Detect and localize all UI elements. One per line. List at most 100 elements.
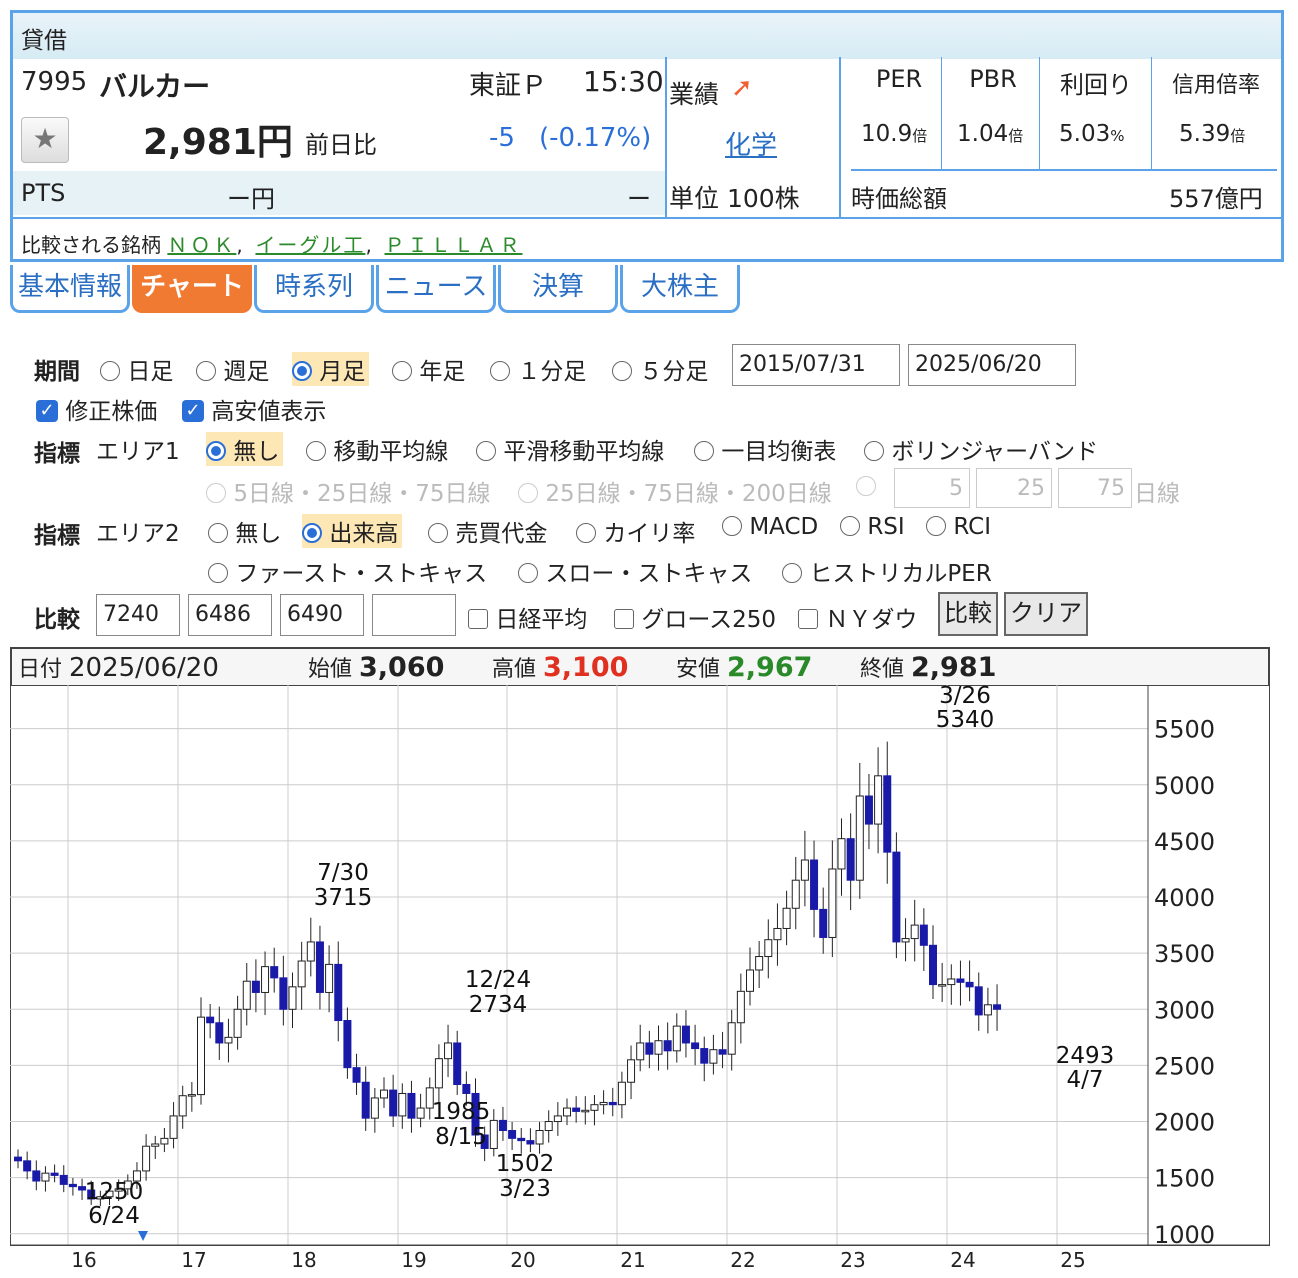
radio-icon[interactable] xyxy=(208,562,228,583)
radio-icon[interactable] xyxy=(782,562,802,583)
candle-body xyxy=(782,907,791,929)
area2-macd[interactable]: MACD xyxy=(722,514,818,540)
area2-hist-per[interactable]: ヒストリカルPER xyxy=(782,554,992,588)
area2-turnover[interactable]: 売買代金 xyxy=(428,514,547,548)
candle-body xyxy=(251,980,260,993)
tab-timeseries[interactable]: 時系列 xyxy=(254,265,374,313)
tab-basic-info[interactable]: 基本情報 xyxy=(10,265,130,313)
adjusted-price-checkbox[interactable]: ✓ 修正株価 xyxy=(36,392,157,426)
period-1min[interactable]: １分足 xyxy=(490,352,586,386)
candle-body xyxy=(746,969,754,992)
annotation-label: 12/24 xyxy=(465,967,531,993)
checkbox-icon[interactable] xyxy=(798,608,818,629)
area2-deviation[interactable]: カイリ率 xyxy=(576,514,695,548)
gyoseki-label: 業績 xyxy=(669,80,720,109)
radio-icon[interactable] xyxy=(206,482,226,503)
radio-icon[interactable] xyxy=(306,440,326,461)
area1-ema[interactable]: 平滑移動平均線 xyxy=(476,432,664,466)
ma-custom-3[interactable]: 75 xyxy=(1058,468,1132,508)
option-label: グロース250 xyxy=(641,607,777,633)
period-weekly[interactable]: 週足 xyxy=(196,352,269,386)
radio-icon[interactable] xyxy=(206,440,226,461)
area2-fast-stoch[interactable]: ファースト・ストキャス xyxy=(208,554,487,588)
option-label: カイリ率 xyxy=(603,521,696,547)
checkbox-icon[interactable] xyxy=(468,608,488,629)
radio-icon[interactable] xyxy=(722,515,742,536)
compare-code-3[interactable]: 6490 xyxy=(280,594,364,636)
label: 安値 xyxy=(676,657,721,682)
tab-earnings[interactable]: 決算 xyxy=(498,265,618,313)
ma-option-custom[interactable] xyxy=(856,474,876,500)
radio-icon[interactable] xyxy=(612,360,632,381)
area1-bollinger[interactable]: ボリンジャーバンド xyxy=(864,432,1098,466)
compare-nydow[interactable]: ＮＹダウ xyxy=(798,600,917,634)
radio-icon[interactable] xyxy=(518,482,538,503)
annotation-label: 5340 xyxy=(936,707,995,733)
area2-rci[interactable]: RCI xyxy=(926,514,991,540)
compare-link-nok[interactable]: ＮＯＫ xyxy=(167,233,236,257)
date-to-input[interactable]: 2025/06/20 xyxy=(908,344,1076,386)
price-chart[interactable]: 16 17 18 19 20 21 22 23 24 2510001500200025003000… xyxy=(10,685,1270,1278)
tab-major-shareholders[interactable]: 大株主 xyxy=(620,265,740,313)
radio-icon[interactable] xyxy=(856,475,876,496)
compare-link-eagle[interactable]: イーグル工 xyxy=(255,233,365,257)
checkbox-icon[interactable] xyxy=(614,608,634,629)
tab-news[interactable]: ニュース xyxy=(376,265,496,313)
period-yearly[interactable]: 年足 xyxy=(392,352,465,386)
radio-icon[interactable] xyxy=(864,440,884,461)
compare-code-1[interactable]: 7240 xyxy=(96,594,180,636)
ma-option-long[interactable]: 25日線・75日線・200日線 xyxy=(518,474,832,508)
area2-volume[interactable]: 出来高 xyxy=(302,514,403,548)
ohlc-low: 安値 2,967 xyxy=(676,651,812,683)
area2-none[interactable]: 無し xyxy=(208,514,281,548)
divider xyxy=(1039,57,1040,169)
radio-icon[interactable] xyxy=(302,522,322,543)
ma-custom-1[interactable]: 5 xyxy=(894,468,970,508)
label: 高値 xyxy=(492,657,537,682)
area2-rsi[interactable]: RSI xyxy=(840,514,905,540)
radio-icon[interactable] xyxy=(576,522,596,543)
option-label: ボリンジャーバンド xyxy=(891,439,1099,465)
checkbox-checked-icon[interactable]: ✓ xyxy=(36,399,58,422)
radio-icon[interactable] xyxy=(694,440,714,461)
candle-body xyxy=(187,1094,196,1097)
compare-code-4[interactable] xyxy=(372,594,456,636)
radio-icon[interactable] xyxy=(518,562,538,583)
pts-change: ー xyxy=(627,185,651,213)
area1-none[interactable]: 無し xyxy=(206,432,284,466)
area1-ma[interactable]: 移動平均線 xyxy=(306,432,448,466)
highlow-checkbox[interactable]: ✓ 高安値表示 xyxy=(182,392,326,426)
radio-icon[interactable] xyxy=(840,515,860,536)
radio-icon[interactable] xyxy=(208,522,228,543)
compare-nikkei[interactable]: 日経平均 xyxy=(468,600,587,634)
radio-icon[interactable] xyxy=(196,360,216,381)
candle-body xyxy=(416,1107,425,1119)
radio-icon[interactable] xyxy=(292,360,312,381)
period-daily[interactable]: 日足 xyxy=(100,352,173,386)
compare-button[interactable]: 比較 xyxy=(938,592,998,636)
radio-icon[interactable] xyxy=(476,440,496,461)
ma-option-short[interactable]: 5日線・25日線・75日線 xyxy=(206,474,490,508)
area1-ichimoku[interactable]: 一目均衡表 xyxy=(694,432,836,466)
area2-slow-stoch[interactable]: スロー・ストキャス xyxy=(518,554,752,588)
radio-icon[interactable] xyxy=(100,360,120,381)
option-label: 一目均衡表 xyxy=(721,439,837,465)
sector-link[interactable]: 化学 xyxy=(725,125,777,162)
value: 2,967 xyxy=(727,652,813,683)
compare-growth250[interactable]: グロース250 xyxy=(614,600,776,634)
checkbox-checked-icon[interactable]: ✓ xyxy=(182,399,204,422)
star-icon[interactable]: ★ xyxy=(21,117,69,163)
compare-code-2[interactable]: 6486 xyxy=(188,594,272,636)
tab-chart[interactable]: チャート xyxy=(132,265,252,313)
compare-link-pillar[interactable]: ＰＩＬＬＡＲ xyxy=(385,233,523,257)
clear-button[interactable]: クリア xyxy=(1004,592,1088,636)
period-5min[interactable]: ５分足 xyxy=(612,352,708,386)
date-from-input[interactable]: 2015/07/31 xyxy=(732,344,900,386)
radio-icon[interactable] xyxy=(490,360,510,381)
radio-icon[interactable] xyxy=(392,360,412,381)
candle-body xyxy=(672,1025,681,1052)
period-monthly[interactable]: 月足 xyxy=(292,352,370,386)
ma-custom-2[interactable]: 25 xyxy=(976,468,1052,508)
radio-icon[interactable] xyxy=(428,522,448,543)
radio-icon[interactable] xyxy=(926,515,946,536)
